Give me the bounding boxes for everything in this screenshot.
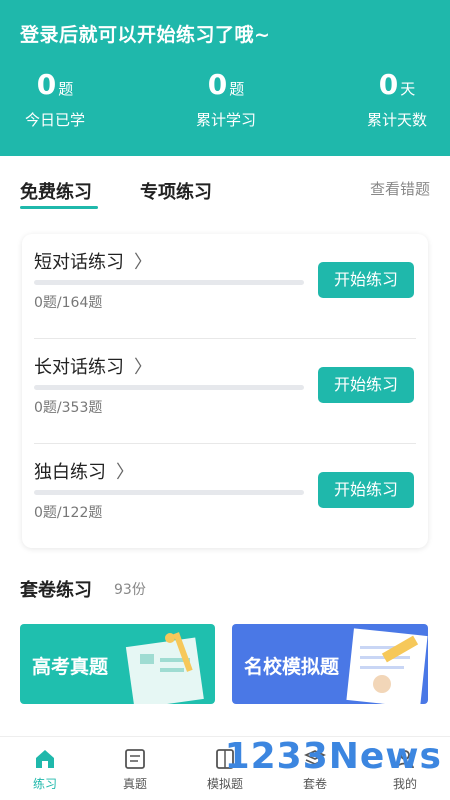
exercise-name-link[interactable]: 独白练习〉 [34, 458, 134, 484]
tab-label: 模拟题 [206, 777, 243, 791]
chevron-right-icon: 〉 [134, 357, 152, 378]
tab-label: 练习 [32, 777, 57, 791]
stat-total-days: 0天 累计天数 [362, 68, 432, 130]
stat-unit: 题 [229, 80, 245, 98]
start-practice-button[interactable]: 开始练习 [318, 262, 414, 298]
banner-label: 高考真题 [32, 656, 109, 678]
exercise-name: 独白练习 [34, 462, 106, 483]
main-panel: 免费练习 专项练习 查看错题 短对话练习〉 0题/164题 开始练习 长对话练习… [0, 156, 450, 736]
papers-section-title: 套卷练习 [20, 580, 92, 601]
active-tab-indicator [20, 206, 98, 209]
exercise-name: 短对话练习 [34, 252, 124, 273]
progress-count: 0题/122题 [34, 505, 103, 521]
home-icon [36, 750, 54, 768]
progress-bar [34, 280, 304, 285]
start-practice-button[interactable]: 开始练习 [318, 472, 414, 508]
list-item: 长对话练习〉 0题/353题 开始练习 [22, 339, 428, 444]
tab-label: 真题 [122, 777, 147, 791]
practice-tabs: 免费练习 专项练习 查看错题 [0, 156, 450, 216]
chevron-right-icon: 〉 [134, 252, 152, 273]
papers-count: 93份 [114, 582, 146, 598]
stat-label: 今日已学 [24, 111, 85, 129]
login-prompt[interactable]: 登录后就可以开始练习了哦~ [20, 20, 270, 47]
stat-label: 累计天数 [366, 111, 427, 129]
exercise-name: 长对话练习 [34, 357, 124, 378]
watermark-logo: 1233News [224, 736, 442, 777]
exercise-name-link[interactable]: 长对话练习〉 [34, 353, 152, 379]
tab-special-practice[interactable]: 专项练习 [140, 178, 212, 204]
exam-paper-icon [125, 749, 145, 769]
stat-value: 0 [36, 68, 57, 101]
list-item: 短对话练习〉 0题/164题 开始练习 [22, 234, 428, 339]
tab-label: 套卷 [302, 777, 327, 791]
progress-bar [34, 490, 304, 495]
exercise-name-link[interactable]: 短对话练习〉 [34, 248, 152, 274]
progress-bar [34, 385, 304, 390]
exercise-card: 短对话练习〉 0题/164题 开始练习 长对话练习〉 0题/353题 开始练习 … [22, 234, 428, 548]
stat-value: 0 [207, 68, 228, 101]
view-wrong-questions-link[interactable]: 查看错题 [370, 178, 430, 199]
chevron-right-icon: 〉 [116, 462, 134, 483]
tab-practice[interactable]: 练习 [15, 747, 75, 792]
banner-label: 名校模拟题 [244, 656, 340, 678]
list-item: 独白练习〉 0题/122题 开始练习 [22, 444, 428, 549]
school-mock-exam-banner[interactable]: 名校模拟题 [232, 624, 428, 704]
tab-real-exams[interactable]: 真题 [105, 747, 165, 792]
progress-count: 0题/164题 [34, 295, 103, 311]
stat-unit: 题 [58, 80, 74, 98]
stat-value: 0 [378, 68, 399, 101]
tab-free-practice[interactable]: 免费练习 [20, 178, 92, 204]
stat-unit: 天 [400, 80, 416, 98]
tab-label: 我的 [392, 777, 417, 791]
stat-total-learned: 0题 累计学习 [191, 68, 261, 130]
stat-label: 累计学习 [195, 111, 256, 129]
start-practice-button[interactable]: 开始练习 [318, 367, 414, 403]
progress-count: 0题/353题 [34, 400, 103, 416]
gaokao-real-exam-banner[interactable]: 高考真题 [20, 624, 215, 704]
stat-today-learned: 0题 今日已学 [20, 68, 90, 130]
header: 登录后就可以开始练习了哦~ 0题 今日已学 0题 累计学习 0天 累计天数 [0, 0, 450, 156]
